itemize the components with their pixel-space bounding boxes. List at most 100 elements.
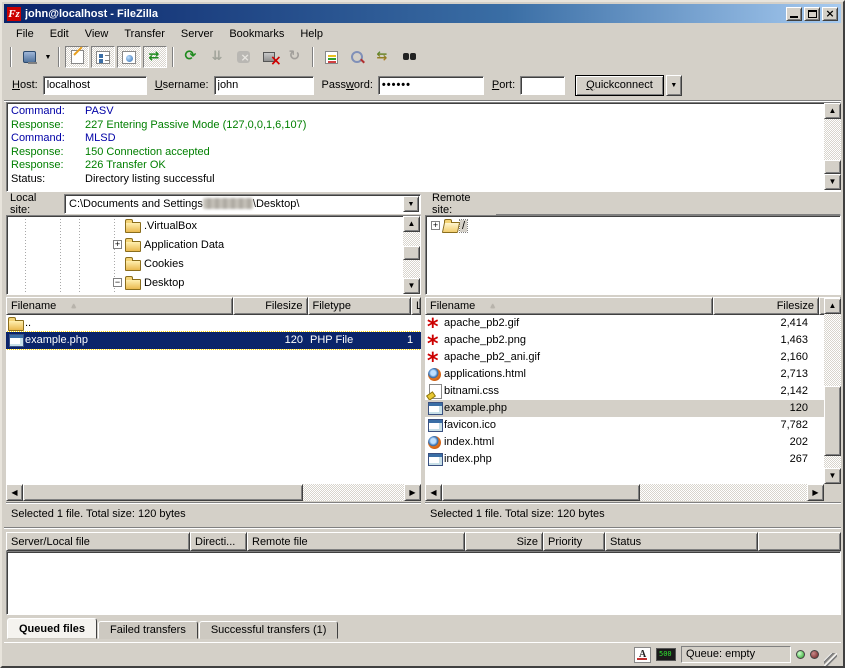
local-hscroll-thumb[interactable] — [23, 484, 303, 501]
toolbar-button[interactable] — [283, 46, 307, 68]
username-input[interactable] — [214, 76, 314, 95]
maximize-button[interactable] — [804, 7, 820, 21]
file-row[interactable]: index.php 267 — [425, 451, 824, 468]
menu-item[interactable]: Server — [173, 26, 221, 42]
php-icon — [427, 418, 444, 433]
toolbar-button[interactable] — [397, 46, 421, 68]
transfer-queue-list[interactable] — [6, 551, 841, 615]
port-input[interactable] — [520, 76, 565, 95]
menu-item[interactable]: Edit — [42, 26, 77, 42]
toolbar-button[interactable] — [205, 46, 229, 68]
toolbar-button[interactable] — [231, 46, 255, 68]
quickconnect-button[interactable]: Quickconnect — [575, 75, 664, 96]
close-button[interactable]: × — [822, 7, 838, 21]
toolbar-button[interactable] — [179, 46, 203, 68]
menu-item[interactable]: Help — [292, 26, 331, 42]
maximize-icon — [808, 10, 817, 18]
reconnect-icon — [287, 49, 304, 65]
toolbar-button[interactable] — [91, 46, 115, 68]
file-row[interactable]: apache_pb2_ani.gif 2,160 — [425, 349, 824, 366]
tree-item[interactable]: Desktop — [7, 273, 402, 292]
toolbar-button[interactable] — [345, 46, 369, 68]
local-tree-scroll-thumb[interactable] — [403, 246, 420, 260]
file-row[interactable]: bitnami.css 2,142 — [425, 383, 824, 400]
column-header-lastmodified[interactable]: L — [411, 297, 421, 315]
queue-tab[interactable]: Queued files — [7, 618, 97, 639]
file-row[interactable]: applications.html 2,713 — [425, 366, 824, 383]
file-row[interactable]: example.php 120 PHP File 1 — [6, 332, 421, 349]
file-row[interactable]: index.html 202 — [425, 434, 824, 451]
local-hscroll-right[interactable]: ▶ — [404, 484, 421, 501]
remote-hscroll-left[interactable]: ◀ — [425, 484, 442, 501]
apache-icon — [427, 316, 444, 331]
data-type-indicator-icon[interactable] — [634, 647, 651, 663]
find-files-icon — [401, 49, 418, 65]
remote-hscroll-right[interactable]: ▶ — [807, 484, 824, 501]
site-manager-dropdown[interactable]: ▼ — [42, 46, 54, 68]
menu-item[interactable]: Transfer — [116, 26, 173, 42]
remote-list-scroll-up[interactable]: ▲ — [824, 298, 841, 314]
toolbar-button[interactable] — [17, 46, 41, 68]
remote-hscroll-thumb[interactable] — [442, 484, 640, 501]
menu-item[interactable]: File — [8, 26, 42, 42]
column-header-size[interactable]: Size — [465, 532, 543, 551]
remote-list-scroll-thumb[interactable] — [824, 386, 841, 456]
password-input[interactable] — [378, 76, 484, 95]
tree-item[interactable]: .VirtualBox — [7, 216, 402, 235]
local-hscroll-left[interactable]: ◀ — [6, 484, 23, 501]
file-row[interactable]: favicon.ico 7,782 — [425, 417, 824, 434]
column-header-remote-file[interactable]: Remote file — [247, 532, 465, 551]
expander-icon[interactable] — [113, 278, 122, 287]
file-row[interactable]: example.php 120 — [425, 400, 824, 417]
local-site-combobox[interactable]: C:\Documents and Settings\Desktop\ ▼ — [64, 194, 421, 214]
quickconnect-dropdown[interactable]: ▼ — [666, 75, 682, 96]
column-header-status[interactable]: Status — [605, 532, 758, 551]
column-header-server-local-file[interactable]: Server/Local file — [6, 532, 190, 551]
tree-item[interactable]: Application Data — [7, 235, 402, 254]
toolbar-gripper — [10, 47, 12, 67]
local-hscroll-track[interactable] — [303, 484, 404, 501]
toolbar-button[interactable] — [319, 46, 343, 68]
app-icon[interactable]: Fz — [7, 7, 21, 21]
toolbar-button[interactable] — [371, 46, 395, 68]
local-site-dropdown-icon[interactable]: ▼ — [403, 196, 419, 212]
minimize-button[interactable] — [786, 7, 802, 21]
column-header-filler — [758, 532, 841, 551]
file-row[interactable]: apache_pb2.gif 2,414 — [425, 315, 824, 332]
tree-item[interactable]: / — [426, 216, 840, 235]
column-header-filesize[interactable]: Filesize — [233, 297, 308, 315]
queue-tab[interactable]: Failed transfers — [98, 621, 198, 639]
expander-icon[interactable] — [113, 240, 122, 249]
column-header-filename[interactable]: Filename▲ — [6, 297, 233, 315]
file-row[interactable]: apache_pb2.png 1,463 — [425, 332, 824, 349]
toolbar-button[interactable] — [65, 46, 89, 68]
column-header-filesize[interactable]: Filesize — [713, 297, 819, 315]
local-tree-scroll-down[interactable]: ▼ — [403, 278, 420, 294]
file-row[interactable]: .. — [6, 315, 421, 332]
toolbar-button[interactable] — [117, 46, 141, 68]
log-scroll-up[interactable]: ▲ — [824, 103, 841, 119]
toolbar: ▼ — [4, 44, 841, 70]
queue-tab[interactable]: Successful transfers (1) — [199, 621, 339, 639]
log-scroll-down[interactable]: ▼ — [824, 174, 841, 190]
column-header-filetype[interactable]: Filetype — [308, 297, 412, 315]
tree-item[interactable]: Cookies — [7, 254, 402, 273]
speed-limit-icon[interactable] — [656, 648, 676, 661]
menu-item[interactable]: Bookmarks — [221, 26, 292, 42]
remote-hscroll-track[interactable] — [640, 484, 807, 501]
local-tree-scroll-up[interactable]: ▲ — [403, 216, 420, 232]
column-header-priority[interactable]: Priority — [543, 532, 605, 551]
column-header-filename[interactable]: Filename▲ — [425, 297, 713, 315]
remote-list-scroll-down[interactable]: ▼ — [824, 468, 841, 484]
resize-grip[interactable] — [824, 653, 837, 666]
toolbar-button[interactable] — [257, 46, 281, 68]
toolbar-button[interactable] — [143, 46, 167, 68]
log-scroll-thumb[interactable] — [824, 160, 841, 174]
title-bar[interactable]: Fz john@localhost - FileZilla × — [4, 4, 841, 23]
menu-item[interactable]: View — [77, 26, 117, 42]
expander-icon[interactable] — [431, 221, 440, 230]
host-input[interactable] — [43, 76, 147, 95]
open-folder-icon — [443, 218, 460, 233]
status-bar: Queue: empty — [4, 642, 841, 666]
column-header-direction[interactable]: Directi... — [190, 532, 247, 551]
